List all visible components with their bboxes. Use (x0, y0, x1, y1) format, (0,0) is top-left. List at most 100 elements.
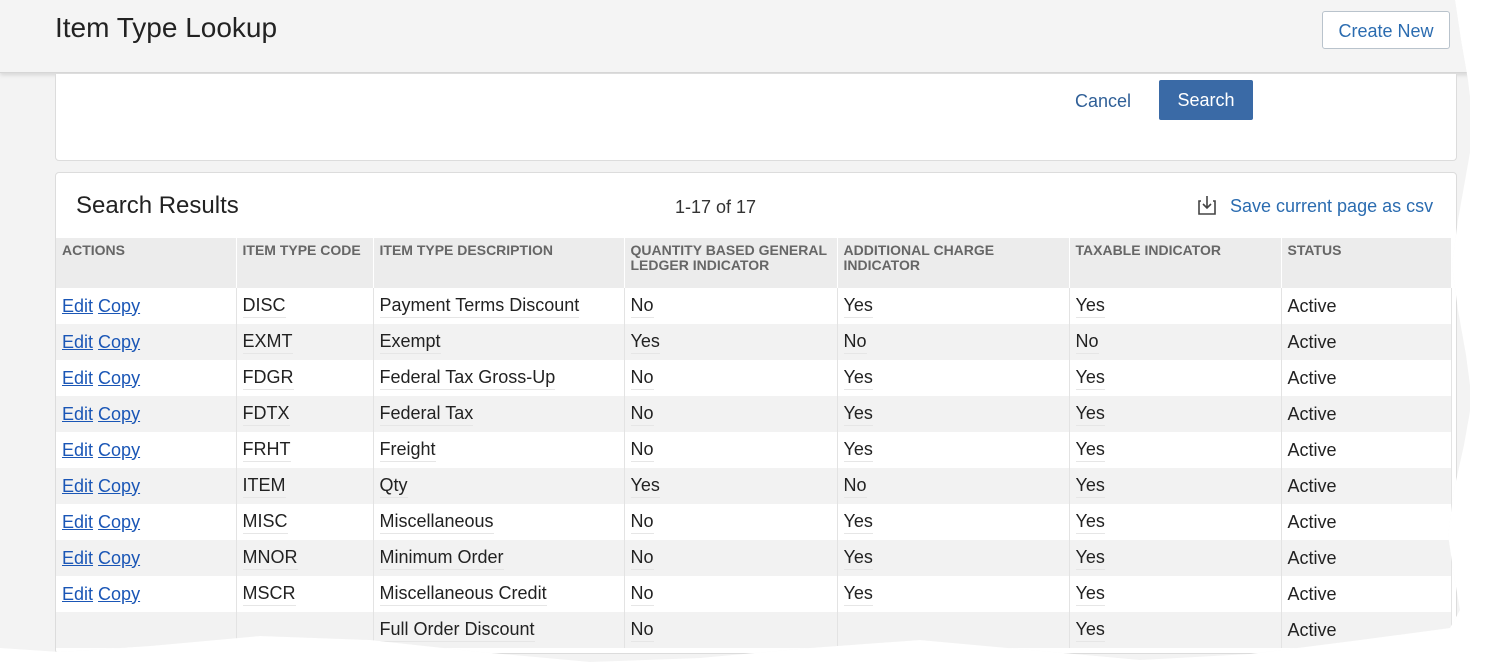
cancel-link[interactable]: Cancel (1075, 91, 1131, 112)
edit-link[interactable]: Edit (62, 296, 93, 316)
cell-value: DISC (242, 295, 286, 318)
column-header[interactable]: ACTIONS (56, 238, 237, 288)
cell-value: Active (1287, 511, 1337, 532)
edit-link[interactable]: Edit (62, 548, 93, 568)
item-type-description-cell: Federal Tax Gross-Up (373, 360, 625, 396)
cell-value: Yes (843, 403, 873, 426)
cell-value: Yes (630, 475, 660, 498)
edit-link[interactable]: Edit (62, 368, 93, 388)
status-cell: Active (1281, 576, 1452, 612)
quantity-gl-indicator-cell: No (624, 540, 838, 576)
cell-value: Yes (1075, 619, 1105, 642)
cell-value: Federal Tax (379, 403, 474, 426)
additional-charge-indicator-cell: Yes (837, 396, 1070, 432)
copy-link[interactable]: Copy (98, 548, 140, 568)
quantity-gl-indicator-cell: No (624, 432, 838, 468)
status-cell: Active (1281, 360, 1452, 396)
taxable-indicator-cell: No (1069, 324, 1282, 360)
table-row: Edit Copy MSCR Miscellaneous Credit No Yes Ye… (56, 576, 1452, 612)
additional-charge-indicator-cell: Yes (837, 540, 1070, 576)
column-header[interactable]: ITEM TYPE DESCRIPTION (373, 238, 625, 288)
cell-value: Yes (1075, 439, 1105, 462)
cell-value: Payment Terms Discount (379, 295, 580, 318)
cell-value: Active (1287, 295, 1337, 316)
cell-value: FDGR (242, 367, 294, 390)
edit-link[interactable]: Edit (62, 512, 93, 532)
item-type-code-cell (236, 612, 374, 648)
status-cell: Active (1281, 288, 1452, 324)
taxable-indicator-cell: Yes (1069, 468, 1282, 504)
status-cell: Active (1281, 432, 1452, 468)
cell-value: No (630, 367, 654, 390)
cell-value: Active (1287, 619, 1337, 640)
additional-charge-indicator-cell: Yes (837, 576, 1070, 612)
edit-link[interactable]: Edit (62, 476, 93, 496)
cell-value: No (630, 547, 654, 570)
additional-charge-indicator-cell: Yes (837, 504, 1070, 540)
table-row: Edit Copy MISC Miscellaneous No Yes Yes Active (56, 504, 1452, 540)
item-type-code-cell: ITEM (236, 468, 374, 504)
cell-value: Exempt (379, 331, 441, 354)
edit-link[interactable]: Edit (62, 440, 93, 460)
status-cell: Active (1281, 468, 1452, 504)
actions-cell: Edit Copy (56, 324, 237, 360)
column-header[interactable]: ADDITIONAL CHARGE INDICATOR (837, 238, 1070, 288)
download-icon[interactable] (1198, 195, 1216, 215)
table-row: Edit Copy ITEM Qty Yes No Yes Active (56, 468, 1452, 504)
cell-value: Yes (843, 367, 873, 390)
cell-value: No (1075, 331, 1099, 354)
cell-value: ITEM (242, 475, 286, 498)
copy-link[interactable]: Copy (98, 296, 140, 316)
copy-link[interactable]: Copy (98, 440, 140, 460)
cell-value: Yes (843, 511, 873, 534)
item-type-description-cell: Exempt (373, 324, 625, 360)
cell-value: No (843, 475, 867, 498)
cell-value: Yes (1075, 547, 1105, 570)
edit-link[interactable]: Edit (62, 404, 93, 424)
cell-value: Federal Tax Gross-Up (379, 367, 556, 390)
copy-link[interactable]: Copy (98, 368, 140, 388)
item-type-description-cell: Full Order Discount (373, 612, 625, 648)
page-title: Item Type Lookup (55, 12, 278, 43)
actions-cell: Edit Copy (56, 540, 237, 576)
cell-value: Miscellaneous (379, 511, 494, 534)
copy-link[interactable]: Copy (98, 332, 140, 352)
status-cell: Active (1281, 540, 1452, 576)
taxable-indicator-cell: Yes (1069, 432, 1282, 468)
cell-value: No (630, 295, 654, 318)
copy-link[interactable]: Copy (98, 512, 140, 532)
status-cell: Active (1281, 396, 1452, 432)
cell-value: Minimum Order (379, 547, 504, 570)
actions-cell (56, 612, 237, 648)
column-header[interactable]: TAXABLE INDICATOR (1069, 238, 1282, 288)
cell-value: Active (1287, 439, 1337, 460)
cell-value: Full Order Discount (379, 619, 535, 642)
cell-value: Active (1287, 547, 1337, 568)
column-header[interactable]: ITEM TYPE CODE (236, 238, 374, 288)
copy-link[interactable]: Copy (98, 584, 140, 604)
quantity-gl-indicator-cell: No (624, 360, 838, 396)
taxable-indicator-cell: Yes (1069, 360, 1282, 396)
actions-cell: Edit Copy (56, 504, 237, 540)
additional-charge-indicator-cell (837, 612, 1070, 648)
create-new-button[interactable]: Create New (1322, 11, 1450, 49)
taxable-indicator-cell: Yes (1069, 612, 1282, 648)
edit-link[interactable]: Edit (62, 584, 93, 604)
cell-value: MSCR (242, 583, 296, 606)
quantity-gl-indicator-cell: No (624, 612, 838, 648)
cell-value: Yes (1075, 475, 1105, 498)
copy-link[interactable]: Copy (98, 476, 140, 496)
save-csv-link[interactable]: Save current page as csv (1230, 196, 1433, 217)
edit-link[interactable]: Edit (62, 332, 93, 352)
search-button[interactable]: Search (1159, 80, 1253, 120)
additional-charge-indicator-cell: Yes (837, 360, 1070, 396)
additional-charge-indicator-cell: No (837, 468, 1070, 504)
cell-value: Yes (1075, 583, 1105, 606)
column-header[interactable]: STATUS (1281, 238, 1452, 288)
column-header[interactable]: QUANTITY BASED GENERAL LEDGER INDICATOR (624, 238, 838, 288)
status-cell: Active (1281, 504, 1452, 540)
copy-link[interactable]: Copy (98, 404, 140, 424)
table-body: Edit Copy DISC Payment Terms Discount No Yes… (56, 288, 1452, 648)
cell-value: Yes (1075, 511, 1105, 534)
status-cell: Active (1281, 612, 1452, 648)
